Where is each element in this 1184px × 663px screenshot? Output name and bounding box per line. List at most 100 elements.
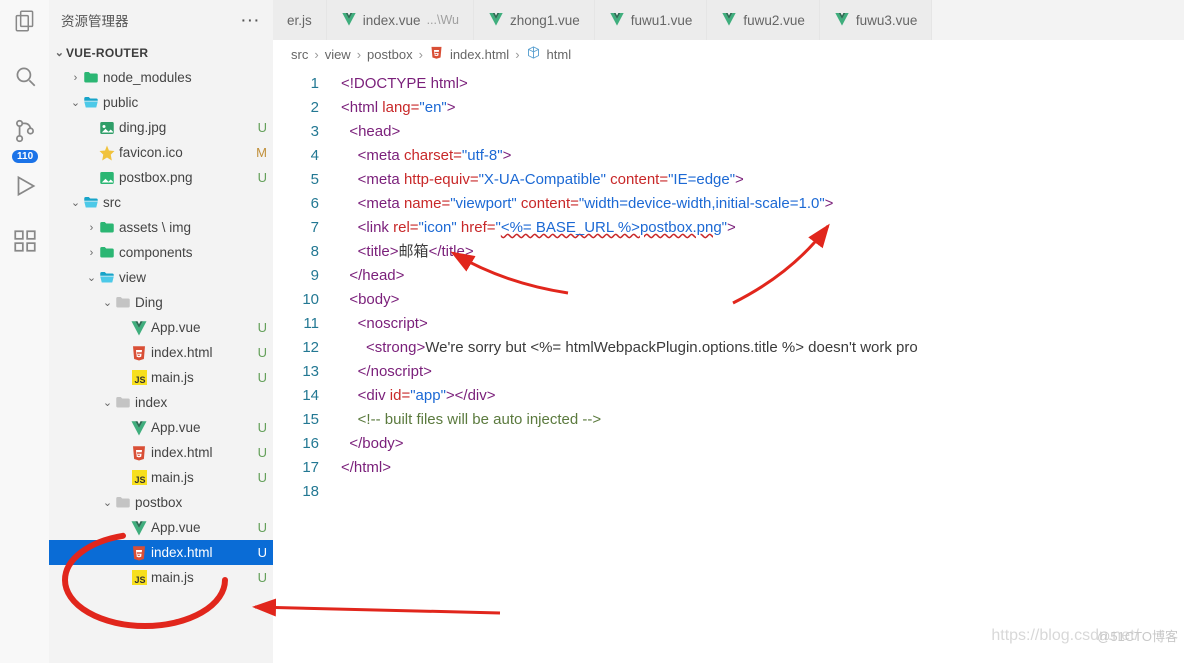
code-body[interactable]: <!DOCTYPE html><html lang="en"> <head> <… bbox=[341, 68, 1184, 663]
gutter: 123456789101112131415161718 bbox=[273, 68, 341, 663]
dir-green-icon bbox=[98, 244, 116, 262]
tree-item-label: node_modules bbox=[103, 70, 251, 85]
tree-item[interactable]: ⌄index bbox=[49, 390, 273, 415]
file-tree: ⌄VUE-ROUTER ›node_modules⌄publicding.jpg… bbox=[49, 40, 273, 663]
tree-item[interactable]: ⌄public bbox=[49, 90, 273, 115]
editor-tab[interactable]: index.vue ...\Wu bbox=[327, 0, 474, 40]
tree-item[interactable]: ›assets \ img bbox=[49, 215, 273, 240]
html-icon bbox=[429, 45, 444, 63]
git-status: U bbox=[251, 520, 267, 535]
tree-item[interactable]: index.htmlU bbox=[49, 440, 273, 465]
source-control-icon[interactable] bbox=[12, 118, 38, 149]
activity-bar: 110 bbox=[0, 0, 49, 663]
dir-open-icon bbox=[98, 269, 116, 287]
vue-icon bbox=[834, 11, 850, 30]
tree-item-label: index bbox=[135, 395, 251, 410]
tab-label: fuwu1.vue bbox=[631, 13, 693, 28]
tree-item-label: main.js bbox=[151, 470, 251, 485]
tree-item[interactable]: postbox.pngU bbox=[49, 165, 273, 190]
breadcrumb-item[interactable]: index.html bbox=[450, 47, 509, 62]
vue-icon bbox=[130, 419, 148, 437]
tree-item-label: App.vue bbox=[151, 420, 251, 435]
vue-icon bbox=[488, 11, 504, 30]
dir-green-icon bbox=[98, 219, 116, 237]
tab-label: fuwu3.vue bbox=[856, 13, 918, 28]
git-status: U bbox=[251, 120, 267, 135]
tree-item-label: index.html bbox=[151, 345, 251, 360]
tree-item[interactable]: ⌄view bbox=[49, 265, 273, 290]
js-icon: JS bbox=[130, 370, 148, 385]
editor-tab[interactable]: zhong1.vue bbox=[474, 0, 595, 40]
tree-item[interactable]: JSmain.jsU bbox=[49, 565, 273, 590]
breadcrumb-item[interactable]: src bbox=[291, 47, 308, 62]
debug-icon[interactable] bbox=[12, 173, 38, 204]
dir-green-icon bbox=[82, 69, 100, 87]
breadcrumb[interactable]: src›view›postbox›index.html›html bbox=[273, 40, 1184, 68]
tree-item[interactable]: ›node_modules bbox=[49, 65, 273, 90]
tree-item[interactable]: ⌄Ding bbox=[49, 290, 273, 315]
tree-item[interactable]: ⌄src bbox=[49, 190, 273, 215]
dir-open-icon bbox=[82, 94, 100, 112]
tree-item[interactable]: index.htmlU bbox=[49, 540, 273, 565]
png-icon bbox=[98, 169, 116, 187]
tree-item[interactable]: App.vueU bbox=[49, 415, 273, 440]
editor-area: er.js index.vue ...\Wu zhong1.vue fuwu1.vue f… bbox=[273, 0, 1184, 663]
tree-item-label: Ding bbox=[135, 295, 251, 310]
editor-tab[interactable]: fuwu1.vue bbox=[595, 0, 708, 40]
git-status: U bbox=[251, 320, 267, 335]
html-icon bbox=[130, 444, 148, 462]
tree-item-label: src bbox=[103, 195, 251, 210]
tree-item-label: main.js bbox=[151, 370, 251, 385]
html-icon bbox=[130, 344, 148, 362]
files-icon[interactable] bbox=[12, 8, 38, 39]
explorer-panel: 资源管理器 ··· ⌄VUE-ROUTER ›node_modules⌄publ… bbox=[49, 0, 273, 663]
tab-suffix: ...\Wu bbox=[427, 13, 459, 27]
tree-item[interactable]: ›components bbox=[49, 240, 273, 265]
tree-item-label: main.js bbox=[151, 570, 251, 585]
more-icon[interactable]: ··· bbox=[242, 13, 262, 28]
dir-icon bbox=[114, 294, 132, 312]
tab-label: index.vue bbox=[363, 13, 421, 28]
tree-item[interactable]: favicon.icoM bbox=[49, 140, 273, 165]
git-status: U bbox=[251, 170, 267, 185]
editor-tab[interactable]: fuwu2.vue bbox=[707, 0, 820, 40]
tree-item-label: ding.jpg bbox=[119, 120, 251, 135]
watermark: @51CTO博客 bbox=[1097, 626, 1178, 645]
tree-item-label: components bbox=[119, 245, 251, 260]
tree-item-label: postbox bbox=[135, 495, 251, 510]
breadcrumb-item[interactable]: html bbox=[547, 47, 572, 62]
breadcrumb-item[interactable]: postbox bbox=[367, 47, 413, 62]
git-status: U bbox=[251, 420, 267, 435]
vue-icon bbox=[130, 319, 148, 337]
tree-item[interactable]: App.vueU bbox=[49, 315, 273, 340]
breadcrumb-item[interactable]: view bbox=[325, 47, 351, 62]
tree-item[interactable]: ⌄postbox bbox=[49, 490, 273, 515]
git-status: M bbox=[251, 145, 267, 160]
star-icon bbox=[98, 144, 116, 162]
html-icon bbox=[130, 544, 148, 562]
tab-label: fuwu2.vue bbox=[743, 13, 805, 28]
explorer-title: 资源管理器 bbox=[61, 10, 129, 30]
extensions-icon[interactable] bbox=[12, 228, 38, 259]
editor-tab[interactable]: fuwu3.vue bbox=[820, 0, 933, 40]
git-status: U bbox=[251, 470, 267, 485]
git-status: U bbox=[251, 570, 267, 585]
tree-item-label: index.html bbox=[151, 445, 251, 460]
editor-tab[interactable]: er.js bbox=[273, 0, 327, 40]
tree-item[interactable]: index.htmlU bbox=[49, 340, 273, 365]
scm-badge: 110 bbox=[12, 150, 38, 163]
js-icon: JS bbox=[130, 570, 148, 585]
git-status: U bbox=[251, 345, 267, 360]
vue-icon bbox=[609, 11, 625, 30]
tree-root[interactable]: ⌄VUE-ROUTER bbox=[49, 40, 273, 65]
tree-item[interactable]: ding.jpgU bbox=[49, 115, 273, 140]
tab-bar: er.js index.vue ...\Wu zhong1.vue fuwu1.vue f… bbox=[273, 0, 1184, 40]
tree-item[interactable]: JSmain.jsU bbox=[49, 365, 273, 390]
tree-item[interactable]: App.vueU bbox=[49, 515, 273, 540]
tree-item-label: public bbox=[103, 95, 251, 110]
vue-icon bbox=[130, 519, 148, 537]
search-icon[interactable] bbox=[12, 63, 38, 94]
tree-item[interactable]: JSmain.jsU bbox=[49, 465, 273, 490]
tree-item-label: index.html bbox=[151, 545, 251, 560]
dir-open-icon bbox=[82, 194, 100, 212]
